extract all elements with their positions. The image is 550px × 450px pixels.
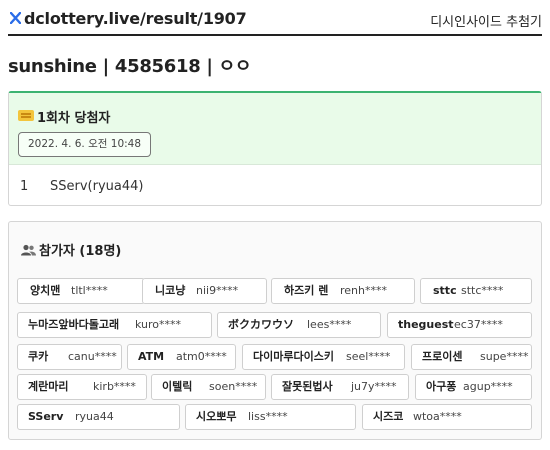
- participant-nick: ボクカワウソ: [228, 318, 294, 331]
- winner-rank: 1: [20, 179, 29, 194]
- participant-chip: 아구퐁 agup****: [415, 374, 532, 400]
- participant-nick: 하즈키 렌: [284, 284, 329, 297]
- participant-chip: sttc sttc****: [420, 278, 532, 304]
- participants-heading: 참가자 (18명): [21, 240, 121, 260]
- participants-card: 참가자 (18명) 양치맨 tltl**** 니코냥 nii9**** 하즈키 렌 ren…: [8, 221, 542, 440]
- participant-chip: 이텔릭 soen****: [151, 374, 266, 400]
- participant-id: canu****: [68, 350, 117, 363]
- participant-chip: 쿠카 canu****: [17, 344, 122, 370]
- participant-id: ec37****: [454, 318, 503, 331]
- participant-nick: 다이마루다이스키: [253, 350, 334, 363]
- people-icon: [21, 244, 36, 260]
- participant-chip: SServ ryua44: [17, 404, 180, 430]
- site-url-link[interactable]: dclottery.live/result/1907: [24, 9, 247, 28]
- top-bar: dclottery.live/result/1907 디시인사이드 추첨기: [8, 6, 542, 36]
- participant-chip: theguest ec37****: [387, 312, 532, 338]
- participant-chip: 시즈코 wtoa****: [362, 404, 532, 430]
- participant-nick: 이텔릭: [162, 380, 193, 393]
- participant-chip: 양치맨 tltl****: [17, 278, 145, 304]
- participant-id: lees****: [307, 318, 352, 331]
- participant-nick: SServ: [28, 410, 64, 423]
- participant-id: wtoa****: [413, 410, 462, 423]
- participant-nick: 아구퐁: [426, 380, 457, 393]
- participant-chip: ボクカワウソ lees****: [217, 312, 381, 338]
- participant-chip: 시오뽀무 liss****: [185, 404, 356, 430]
- participants-heading-text: 참가자 (18명): [39, 244, 122, 259]
- participant-id: sttc****: [461, 284, 504, 297]
- participant-nick: 누마즈앞바다돌고래: [28, 318, 120, 331]
- participant-chip: ATM atm0****: [127, 344, 236, 370]
- participant-chip: 잘못된법사 ju7y****: [271, 374, 409, 400]
- participant-id: nii9****: [196, 284, 239, 297]
- participant-id: atm0****: [176, 350, 227, 363]
- participant-nick: 양치맨: [30, 284, 61, 297]
- result-date-badge: 2022. 4. 6. 오전 10:48: [18, 132, 152, 157]
- x-logo-icon[interactable]: [10, 12, 21, 24]
- winner-row: 1 SServ(ryua44): [9, 171, 541, 201]
- participant-id: supe****: [480, 350, 529, 363]
- winner-name: SServ(ryua44): [50, 179, 144, 194]
- participant-nick: 잘못된법사: [282, 380, 333, 393]
- participant-nick: 시오뽀무: [196, 410, 237, 423]
- participant-chip: 누마즈앞바다돌고래 kuro****: [17, 312, 212, 338]
- participant-chip: 하즈키 렌 renh****: [271, 278, 415, 304]
- participant-id: kuro****: [135, 318, 182, 331]
- nav-link-lottery[interactable]: 디시인사이드 추첨기: [430, 11, 542, 30]
- participant-nick: 니코냥: [155, 284, 186, 297]
- participant-id: renh****: [340, 284, 387, 297]
- participant-nick: sttc: [433, 284, 457, 297]
- participant-id: tltl****: [71, 284, 108, 297]
- participant-nick: 쿠카: [28, 350, 49, 363]
- participant-id: liss****: [248, 410, 288, 423]
- participant-id: kirb****: [93, 380, 136, 393]
- participant-id: soen****: [209, 380, 258, 393]
- participant-id: seel****: [346, 350, 391, 363]
- participant-chip: 다이마루다이스키 seel****: [242, 344, 405, 370]
- participant-nick: 프로이센: [422, 350, 463, 363]
- result-card: 1회차 당첨자 2022. 4. 6. 오전 10:48 1 SServ(ryu…: [8, 91, 542, 206]
- participant-nick: 시즈코: [373, 410, 404, 423]
- page-title: sunshine | 4585618 | ㅇㅇ: [8, 56, 252, 77]
- participant-nick: ATM: [138, 350, 165, 363]
- participant-nick: 계란마리: [28, 380, 69, 393]
- participant-id: ryua44: [75, 410, 114, 423]
- participant-chip: 프로이센 supe****: [411, 344, 532, 370]
- participant-id: agup****: [463, 380, 513, 393]
- result-header: 1회차 당첨자 2022. 4. 6. 오전 10:48: [9, 93, 541, 165]
- participant-chip: 니코냥 nii9****: [142, 278, 267, 304]
- participant-nick: theguest: [398, 318, 454, 331]
- result-heading: 1회차 당첨자: [37, 111, 111, 126]
- participant-chip: 계란마리 kirb****: [17, 374, 147, 400]
- ticket-icon: [18, 110, 34, 121]
- participant-id: ju7y****: [351, 380, 397, 393]
